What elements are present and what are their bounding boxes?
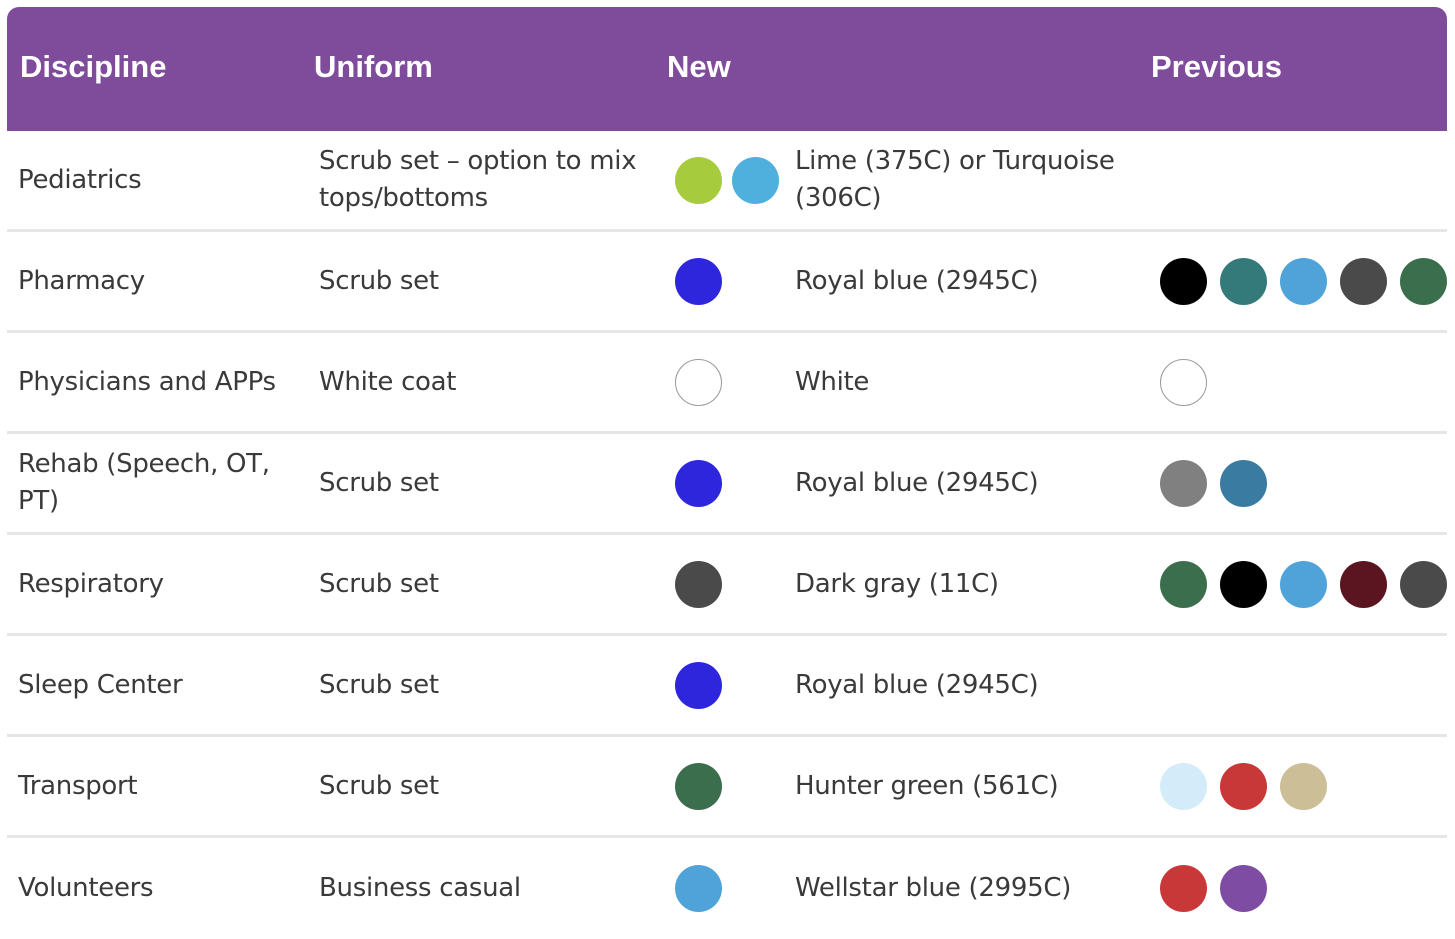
uniform-color-table: Discipline Uniform New Previous Pediatri…	[7, 7, 1447, 939]
color-swatch	[1220, 762, 1267, 810]
uniform-cell: Scrub set	[319, 467, 439, 498]
color-swatch	[1280, 257, 1327, 305]
previous-color-swatches	[1160, 333, 1450, 431]
new-color-swatches	[675, 434, 790, 532]
color-swatch	[1340, 257, 1387, 305]
discipline-cell: Physicians and APPs	[18, 366, 276, 397]
table-row: Sleep Center Scrub set Royal blue (2945C)	[7, 636, 1447, 737]
color-swatch	[1220, 865, 1267, 912]
discipline-cell: Rehab (Speech, OT, PT)	[18, 449, 270, 516]
table-row: Transport Scrub set Hunter green (561C)	[7, 737, 1447, 838]
color-swatch	[1400, 560, 1447, 608]
table-row: Rehab (Speech, OT, PT) Scrub set Royal blu…	[7, 434, 1447, 535]
table-row: Pediatrics Scrub set – option to mix tops…	[7, 131, 1447, 232]
uniform-cell: Scrub set	[319, 669, 439, 700]
new-color-swatches	[675, 333, 790, 431]
color-swatch	[1220, 257, 1267, 305]
uniform-cell: Scrub set – option to mix tops/bottoms	[319, 146, 637, 213]
previous-color-swatches	[1160, 434, 1450, 532]
table-body: Pediatrics Scrub set – option to mix tops…	[7, 131, 1447, 939]
discipline-cell: Transport	[18, 770, 138, 801]
new-color-swatches	[675, 535, 790, 633]
new-color-name-cell: Royal blue (2945C)	[795, 669, 1039, 700]
color-swatch	[675, 661, 722, 709]
color-swatch	[675, 459, 722, 507]
uniform-cell: Scrub set	[319, 770, 439, 801]
new-color-swatches	[675, 232, 790, 330]
uniform-cell: Business casual	[319, 873, 521, 903]
color-swatch	[1340, 560, 1387, 608]
new-color-name-cell: Royal blue (2945C)	[795, 467, 1039, 498]
previous-color-swatches	[1160, 838, 1450, 939]
uniform-cell: Scrub set	[319, 568, 439, 599]
new-color-name-cell: Dark gray (11C)	[795, 568, 999, 599]
discipline-cell: Sleep Center	[18, 669, 183, 700]
uniform-cell: Scrub set	[319, 265, 439, 296]
new-color-swatches	[675, 838, 790, 939]
discipline-cell: Respiratory	[18, 568, 164, 599]
previous-color-swatches	[1160, 131, 1450, 229]
color-swatch	[1160, 762, 1207, 810]
color-swatch	[675, 358, 722, 406]
new-color-name-cell: White	[795, 366, 870, 397]
new-color-name-cell: Hunter green (561C)	[795, 770, 1059, 801]
header-previous: Previous	[1151, 49, 1282, 84]
header-new: New	[667, 49, 731, 84]
color-swatch	[1160, 560, 1207, 608]
color-swatch	[732, 156, 779, 204]
table-row: Physicians and APPs White coat White	[7, 333, 1447, 434]
new-color-name-cell: Royal blue (2945C)	[795, 265, 1039, 296]
header-uniform: Uniform	[314, 49, 433, 84]
new-color-name-cell: Wellstar blue (2995C)	[795, 873, 1072, 903]
previous-color-swatches	[1160, 636, 1450, 734]
new-color-name-cell: Lime (375C) or Turquoise (306C)	[795, 146, 1115, 213]
color-swatch	[675, 560, 722, 608]
color-swatch	[675, 865, 722, 912]
color-swatch	[1160, 358, 1207, 406]
discipline-cell: Pharmacy	[18, 265, 145, 296]
color-swatch	[675, 762, 722, 810]
previous-color-swatches	[1160, 535, 1450, 633]
color-swatch	[1220, 459, 1267, 507]
table-header: Discipline Uniform New Previous	[7, 7, 1447, 131]
header-discipline: Discipline	[20, 49, 167, 84]
uniform-cell: White coat	[319, 366, 457, 397]
color-swatch	[1160, 257, 1207, 305]
new-color-swatches	[675, 636, 790, 734]
color-swatch	[1280, 560, 1327, 608]
color-swatch	[1160, 865, 1207, 912]
color-swatch	[675, 156, 722, 204]
color-swatch	[1220, 560, 1267, 608]
color-swatch	[675, 257, 722, 305]
discipline-cell: Pediatrics	[18, 164, 142, 195]
color-swatch	[1280, 762, 1327, 810]
previous-color-swatches	[1160, 232, 1450, 330]
previous-color-swatches	[1160, 737, 1450, 835]
color-swatch	[1160, 459, 1207, 507]
new-color-swatches	[675, 131, 790, 229]
table-row: Volunteers Business casual Wellstar blue (…	[7, 838, 1447, 939]
table-row: Respiratory Scrub set Dark gray (11C)	[7, 535, 1447, 636]
new-color-swatches	[675, 737, 790, 835]
color-swatch	[1400, 257, 1447, 305]
table-row: Pharmacy Scrub set Royal blue (2945C)	[7, 232, 1447, 333]
discipline-cell: Volunteers	[18, 873, 154, 903]
